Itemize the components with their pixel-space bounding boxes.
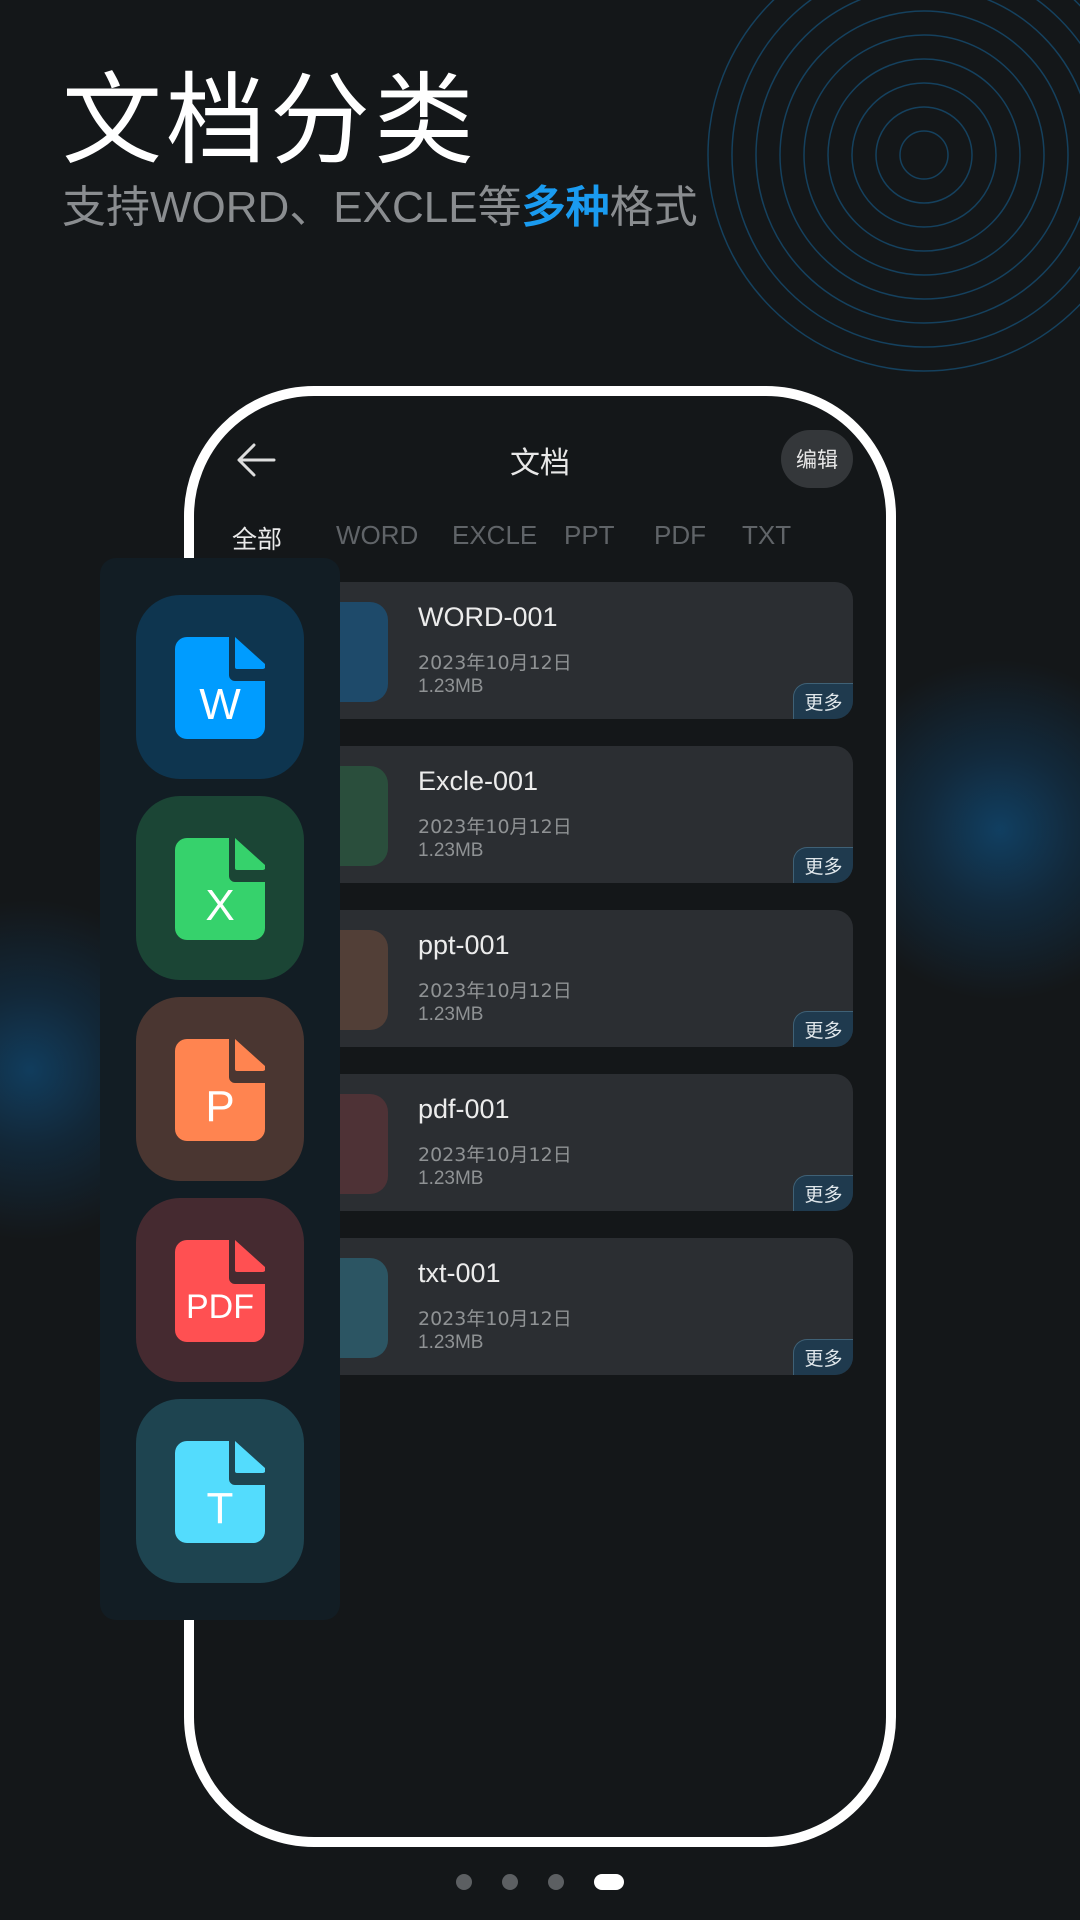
tab-ppt[interactable]: PPT	[564, 520, 615, 551]
subtitle-text: 格式	[609, 183, 698, 232]
ring	[851, 82, 997, 228]
tab-txt[interactable]: TXT	[742, 520, 791, 551]
file-type-tile[interactable]: X	[136, 796, 304, 980]
file-date: 2023年10月12日	[418, 1144, 572, 1166]
ring	[731, 0, 1080, 348]
word-file-icon: W	[175, 637, 265, 739]
page-indicator	[0, 1874, 1080, 1890]
more-button[interactable]: 更多	[793, 1339, 853, 1375]
tab-excle[interactable]: EXCLE	[452, 520, 537, 551]
file-size: 1.23MB	[418, 840, 484, 861]
decorative-rings	[707, 0, 1080, 372]
edit-button[interactable]: 编辑	[781, 430, 853, 488]
file-type-letter: PDF	[186, 1288, 254, 1326]
page-dot[interactable]	[502, 1874, 518, 1890]
file-type-letter: T	[207, 1484, 234, 1533]
page-dot[interactable]	[548, 1874, 564, 1890]
file-name: Excle-001	[418, 766, 539, 796]
file-type-tile[interactable]: PDF	[136, 1198, 304, 1382]
ring	[899, 130, 949, 180]
txt-file-icon: T	[175, 1441, 265, 1543]
ring	[803, 34, 1045, 276]
ring	[827, 58, 1021, 252]
ppt-file-icon: P	[175, 1039, 265, 1141]
tab-all[interactable]: 全部	[232, 520, 282, 556]
file-date: 2023年10月12日	[418, 652, 572, 674]
more-button[interactable]: 更多	[793, 1175, 853, 1211]
tab-pdf[interactable]: PDF	[654, 520, 706, 551]
file-type-letter: X	[205, 881, 234, 930]
page-dot[interactable]	[456, 1874, 472, 1890]
ring	[875, 106, 973, 204]
file-size: 1.23MB	[418, 1168, 484, 1189]
file-type-tile[interactable]: T	[136, 1399, 304, 1583]
file-type-letter: W	[199, 680, 241, 729]
file-size: 1.23MB	[418, 1332, 484, 1353]
subtitle-highlight: 多种	[521, 183, 610, 232]
ring	[779, 10, 1069, 300]
file-name: WORD-001	[418, 602, 558, 632]
file-size: 1.23MB	[418, 676, 484, 697]
file-size: 1.23MB	[418, 1004, 484, 1025]
file-name: ppt-001	[418, 930, 510, 960]
file-type-letter: P	[205, 1082, 234, 1131]
page-dot[interactable]	[594, 1874, 624, 1890]
file-date: 2023年10月12日	[418, 1308, 572, 1330]
page-subtitle: 支持WORD、EXCLE等多种格式	[62, 180, 698, 236]
file-name: pdf-001	[418, 1094, 510, 1124]
file-date: 2023年10月12日	[418, 816, 572, 838]
tab-word[interactable]: WORD	[336, 520, 418, 551]
file-type-panel: W X P PDF T	[100, 558, 340, 1620]
more-button[interactable]: 更多	[793, 683, 853, 719]
pdf-file-icon: PDF	[175, 1240, 265, 1342]
subtitle-text: 支持WORD、EXCLE等	[62, 183, 522, 232]
more-button[interactable]: 更多	[793, 1011, 853, 1047]
more-button[interactable]: 更多	[793, 847, 853, 883]
file-date: 2023年10月12日	[418, 980, 572, 1002]
file-name: txt-001	[418, 1258, 501, 1288]
file-type-tile[interactable]: W	[136, 595, 304, 779]
ring	[707, 0, 1080, 372]
page-title: 文档分类	[62, 62, 478, 179]
excel-file-icon: X	[175, 838, 265, 940]
file-type-tile[interactable]: P	[136, 997, 304, 1181]
